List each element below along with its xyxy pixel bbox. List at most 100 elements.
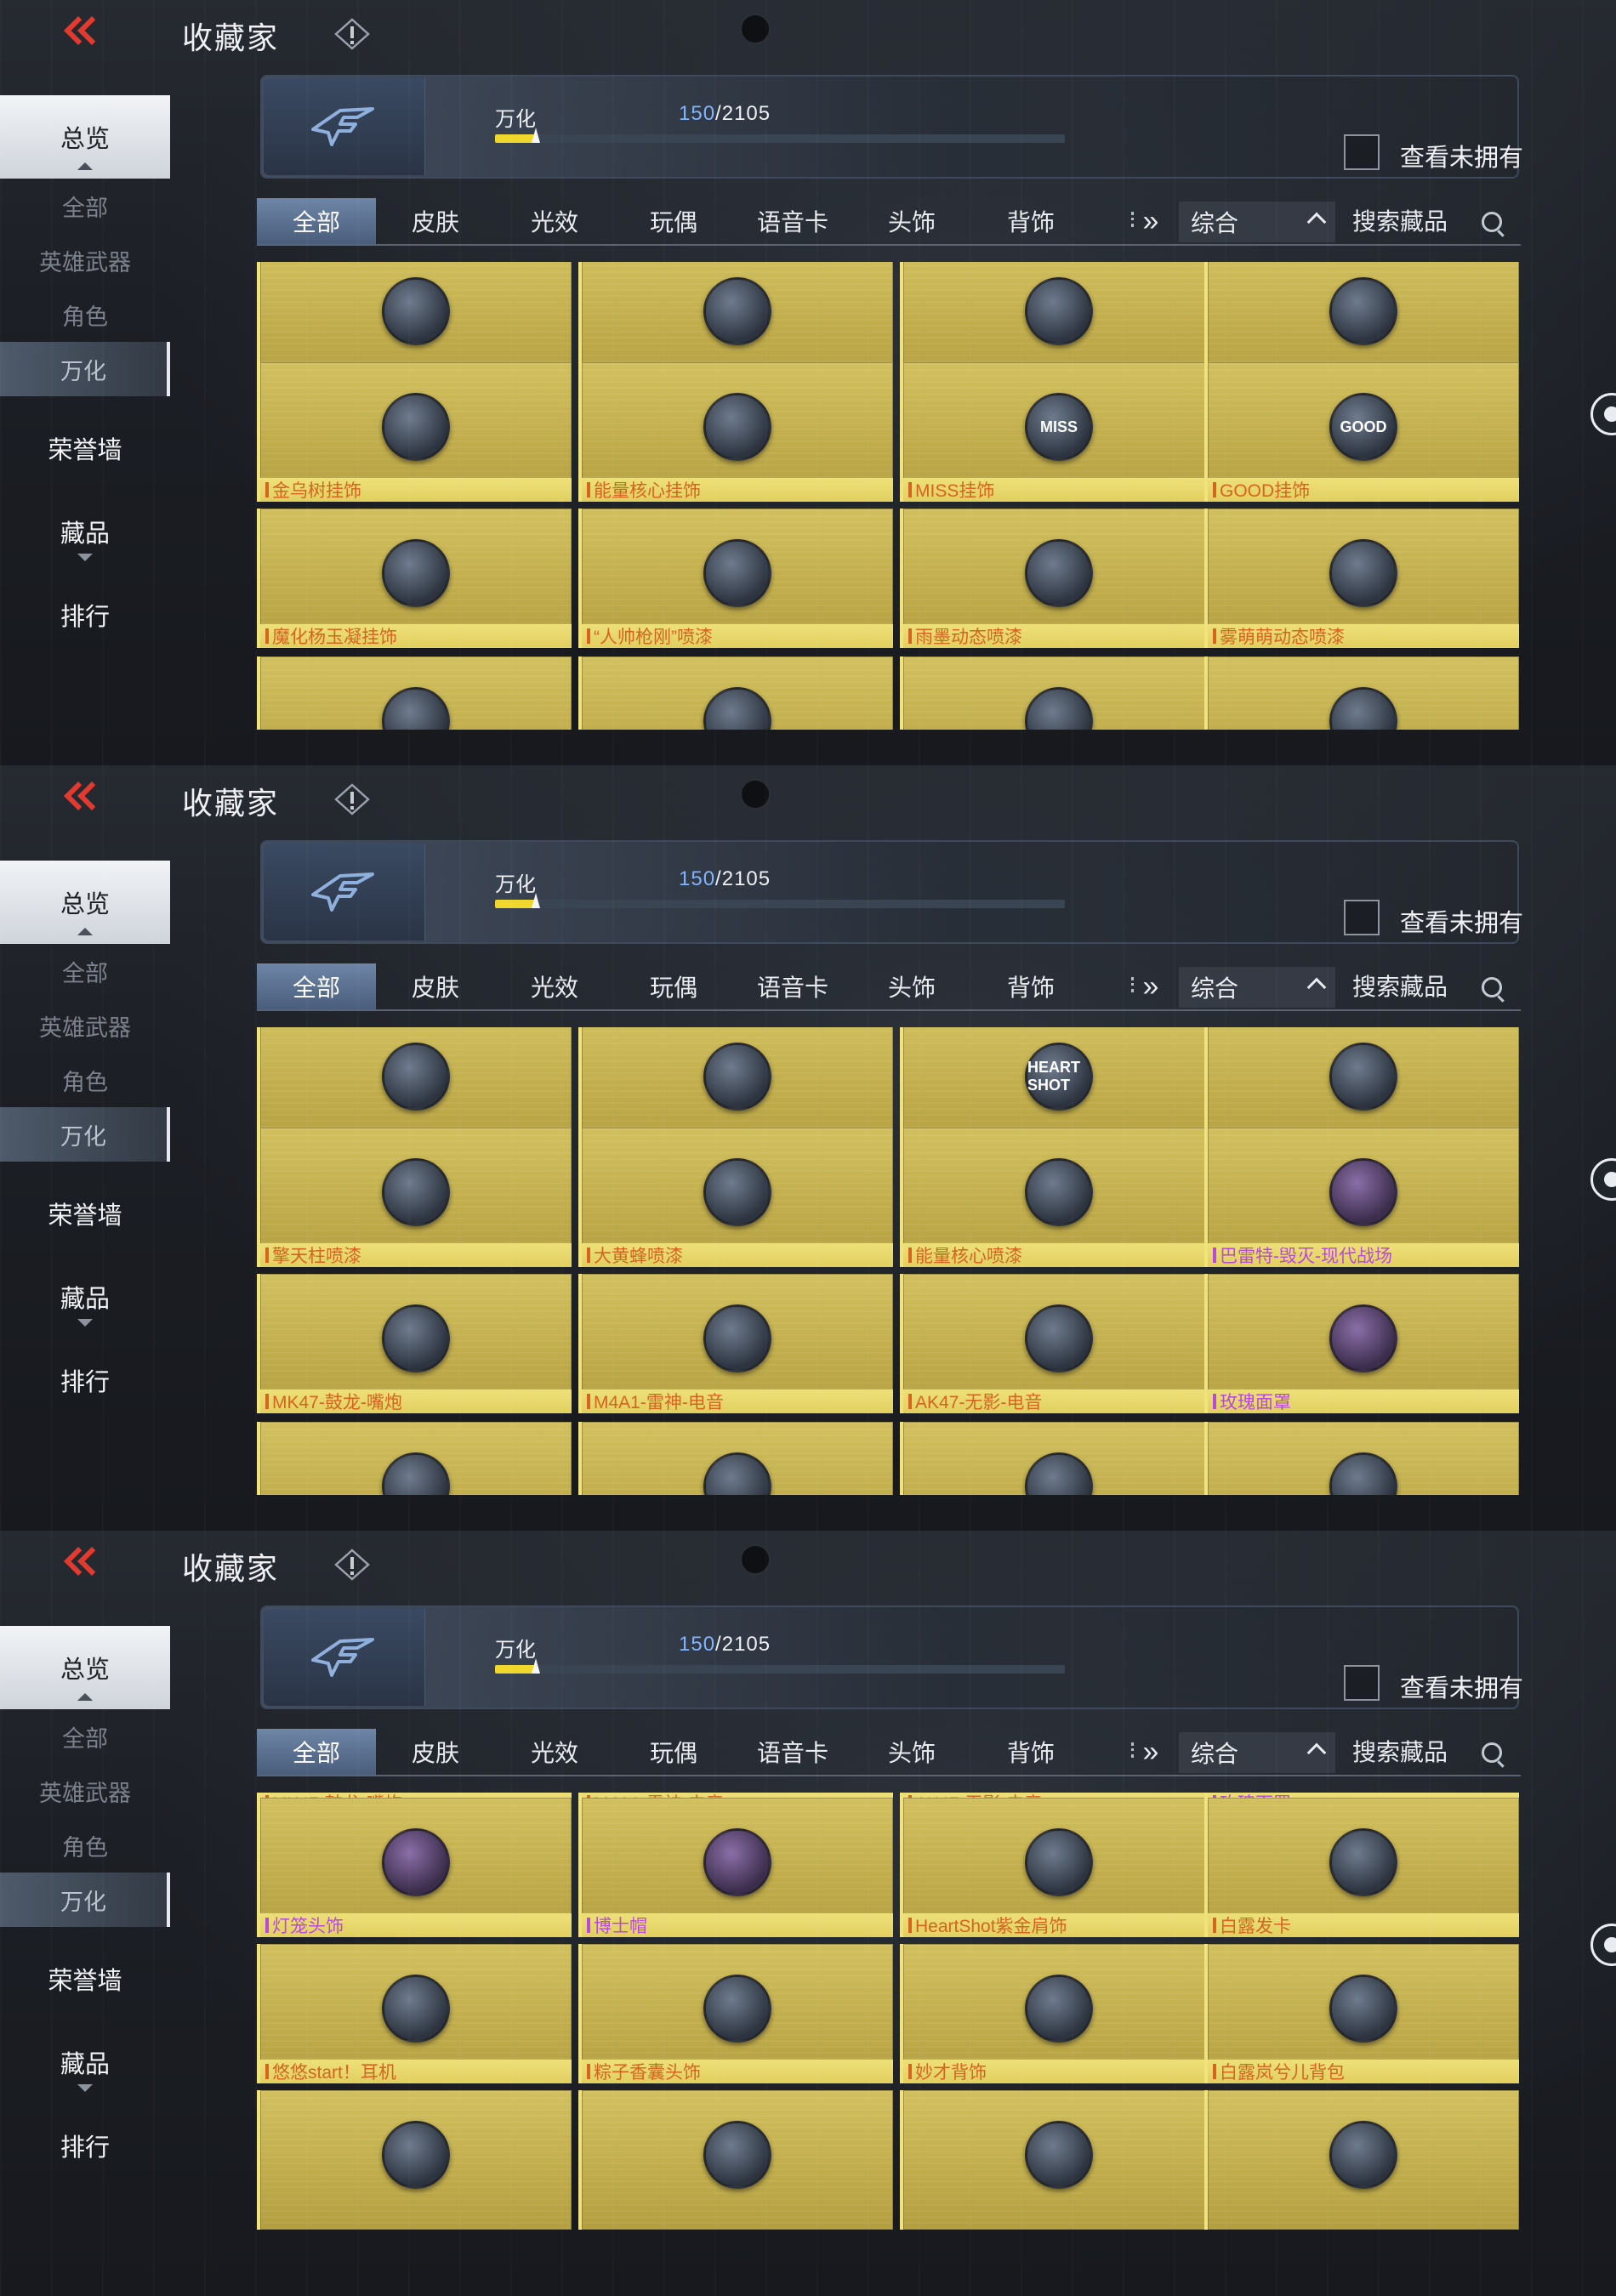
tab[interactable]: 光效 [495, 198, 614, 244]
item-card[interactable] [1204, 2090, 1519, 2230]
item-card[interactable]: HeartShot紫金肩饰 [900, 1798, 1215, 1937]
item-card[interactable]: 魔化杨玉凝挂饰 [257, 509, 572, 648]
sidebar-item[interactable]: 角色 [0, 287, 170, 342]
sort-dropdown[interactable]: 综合 [1179, 1732, 1335, 1773]
item-card[interactable] [578, 2090, 893, 2230]
sidebar-item[interactable]: 全部 [0, 179, 170, 233]
floating-assist-button[interactable] [1590, 393, 1616, 435]
item-card[interactable]: 雨墨动态喷漆 [900, 509, 1215, 648]
tab[interactable]: 头饰 [852, 1729, 971, 1775]
item-card[interactable]: MK47-鼓龙-嘴炮 [257, 1274, 572, 1413]
item-card[interactable]: 灯笼头饰 [257, 1798, 572, 1937]
item-card[interactable] [578, 656, 893, 730]
show-unowned-checkbox[interactable] [1344, 900, 1380, 935]
item-card[interactable]: GOOD GOOD挂饰 [1204, 362, 1519, 502]
floating-assist-button[interactable] [1590, 1158, 1616, 1201]
item-card[interactable]: 白露岚兮儿背包 [1204, 1944, 1519, 2083]
item-card[interactable]: 巴雷特-毁灭-现代战场 [1204, 1128, 1519, 1267]
tab[interactable]: 皮肤 [376, 198, 495, 244]
tab[interactable]: 头饰 [852, 963, 971, 1009]
search-icon[interactable] [1482, 1742, 1502, 1763]
floating-assist-button[interactable] [1590, 1924, 1616, 1966]
sidebar-item[interactable]: 荣誉墙 [0, 406, 170, 490]
item-card[interactable]: 妙才背饰 [900, 1944, 1215, 2083]
item-card[interactable] [578, 1422, 893, 1495]
tab[interactable]: 全部 [257, 963, 376, 1009]
sidebar-item[interactable]: 荣誉墙 [0, 1172, 170, 1255]
sidebar-item[interactable]: 英雄武器 [0, 233, 170, 287]
item-card[interactable]: 粽子香囊头饰 [578, 1944, 893, 2083]
tab[interactable]: 皮肤 [376, 1729, 495, 1775]
tab[interactable]: 光效 [495, 963, 614, 1009]
sidebar-item[interactable]: 藏品 [0, 1255, 170, 1338]
exclamation-icon[interactable] [333, 17, 371, 51]
sidebar-item[interactable]: 排行 [0, 573, 170, 656]
sidebar-item[interactable]: 排行 [0, 2104, 170, 2187]
tab[interactable]: 背饰 [971, 1729, 1090, 1775]
item-card[interactable] [257, 1422, 572, 1495]
tab[interactable]: 背饰 [971, 198, 1090, 244]
item-card[interactable]: 大黄蜂喷漆 [578, 1128, 893, 1267]
item-card[interactable] [900, 1422, 1215, 1495]
item-card[interactable]: 玫瑰面罩 [1204, 1274, 1519, 1413]
back-button[interactable] [61, 1546, 106, 1583]
item-card[interactable] [900, 656, 1215, 730]
item-card[interactable]: 悠悠start！耳机 [257, 1944, 572, 2083]
more-tabs-button[interactable]: » [1129, 963, 1172, 1009]
more-tabs-button[interactable]: » [1129, 198, 1172, 244]
show-unowned-checkbox[interactable] [1344, 1665, 1380, 1701]
item-card[interactable] [1204, 656, 1519, 730]
item-card[interactable] [900, 2090, 1215, 2230]
item-card[interactable]: 博士帽 [578, 1798, 893, 1937]
sidebar-item[interactable]: 英雄武器 [0, 998, 170, 1053]
tab[interactable]: 语音卡 [733, 963, 852, 1009]
sidebar-item[interactable]: 万化 [0, 1107, 170, 1162]
tab[interactable]: 全部 [257, 198, 376, 244]
item-card[interactable]: “人帅枪刚”喷漆 [578, 509, 893, 648]
item-card[interactable]: M4A1-雷神-电音 [578, 1274, 893, 1413]
exclamation-icon[interactable] [333, 1548, 371, 1582]
sidebar-item[interactable]: 总览 [0, 1626, 170, 1709]
sidebar-item[interactable]: 荣誉墙 [0, 1937, 170, 2020]
sidebar-item[interactable]: 角色 [0, 1818, 170, 1873]
tab[interactable]: 光效 [495, 1729, 614, 1775]
item-card[interactable]: 雾萌萌动态喷漆 [1204, 509, 1519, 648]
tab[interactable]: 全部 [257, 1729, 376, 1775]
sidebar-item[interactable]: 总览 [0, 861, 170, 944]
show-unowned-checkbox[interactable] [1344, 134, 1380, 170]
tab[interactable]: 玩偶 [614, 963, 733, 1009]
search-icon[interactable] [1482, 212, 1502, 232]
sidebar-item[interactable]: 总览 [0, 95, 170, 179]
back-button[interactable] [61, 781, 106, 818]
sort-dropdown[interactable]: 综合 [1179, 202, 1335, 242]
sidebar-item[interactable]: 藏品 [0, 490, 170, 573]
tab[interactable]: 头饰 [852, 198, 971, 244]
item-card[interactable]: 白露发卡 [1204, 1798, 1519, 1937]
tab[interactable]: 玩偶 [614, 1729, 733, 1775]
sidebar-item[interactable]: 排行 [0, 1338, 170, 1422]
item-card[interactable]: AK47-无影-电音 [900, 1274, 1215, 1413]
more-tabs-button[interactable]: » [1129, 1729, 1172, 1775]
tab[interactable]: 玩偶 [614, 198, 733, 244]
item-card[interactable] [1204, 1422, 1519, 1495]
sidebar-item[interactable]: 全部 [0, 1709, 170, 1764]
sidebar-item[interactable]: 全部 [0, 944, 170, 998]
back-button[interactable] [61, 15, 106, 53]
tab[interactable]: 语音卡 [733, 1729, 852, 1775]
item-card[interactable]: 擎天柱喷漆 [257, 1128, 572, 1267]
tab[interactable]: 皮肤 [376, 963, 495, 1009]
tab[interactable]: 背饰 [971, 963, 1090, 1009]
sidebar-item[interactable]: 万化 [0, 342, 170, 396]
sort-dropdown[interactable]: 综合 [1179, 967, 1335, 1008]
item-card[interactable]: 能量核心喷漆 [900, 1128, 1215, 1267]
sidebar-item[interactable]: 英雄武器 [0, 1764, 170, 1818]
tab[interactable]: 语音卡 [733, 198, 852, 244]
sidebar-item[interactable]: 藏品 [0, 2020, 170, 2104]
item-card[interactable]: 能量核心挂饰 [578, 362, 893, 502]
item-card[interactable] [257, 656, 572, 730]
search-icon[interactable] [1482, 977, 1502, 997]
exclamation-icon[interactable] [333, 782, 371, 816]
item-card[interactable]: MISS MISS挂饰 [900, 362, 1215, 502]
sidebar-item[interactable]: 万化 [0, 1873, 170, 1927]
item-card[interactable] [257, 2090, 572, 2230]
